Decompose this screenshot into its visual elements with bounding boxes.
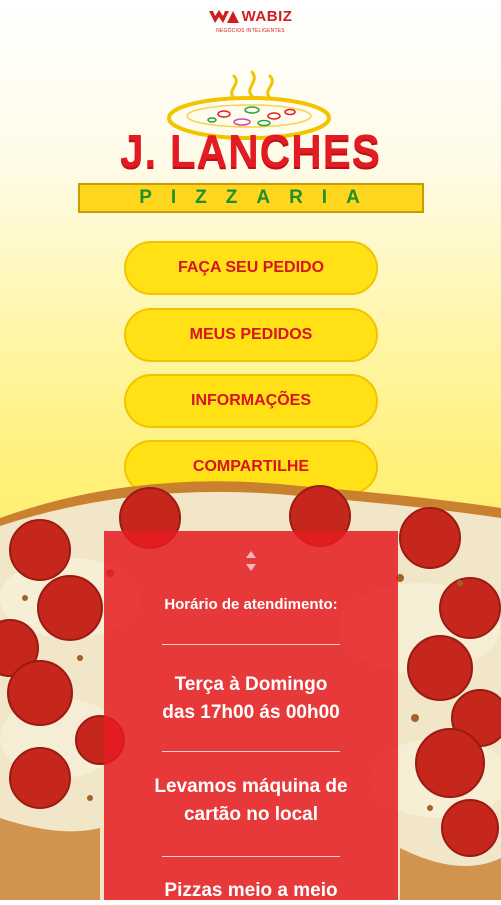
order-button[interactable]: FAÇA SEU PEDIDO — [124, 241, 378, 295]
card-machine-line-2: cartão no local — [183, 804, 319, 825]
half-pizza-text: Pizzas meio a meio — [164, 880, 338, 901]
card-machine-text: Levamos máquina de cartão no local — [104, 773, 398, 829]
wabiz-name: WABIZ — [241, 8, 293, 25]
my-orders-button[interactable]: MEUS PEDIDOS — [124, 308, 378, 362]
hours-time: das 17h00 ás 00h00 — [162, 702, 340, 723]
hours-days: Terça à Domingo — [174, 674, 328, 695]
hours-text: Terça à Domingo das 17h00 ás 00h00 — [104, 671, 398, 727]
wabiz-tagline: NEGÓCIOS INTELIGENTES — [216, 27, 285, 34]
restaurant-subtitle-bar: PIZZARIA — [78, 183, 424, 213]
info-panel[interactable]: Horário de atendimento: Terça à Domingo … — [104, 531, 398, 901]
restaurant-subtitle: PIZZARIA — [139, 187, 379, 208]
divider — [162, 644, 340, 645]
card-machine-line-1: Levamos máquina de — [154, 776, 348, 797]
information-button[interactable]: INFORMAÇÕES — [124, 374, 378, 428]
divider — [162, 856, 340, 857]
wabiz-logo-icon — [208, 9, 239, 23]
divider — [162, 751, 340, 752]
restaurant-name: J. LANCHES — [120, 125, 381, 177]
scroll-toggle-icon[interactable] — [244, 549, 258, 573]
wabiz-brand: WABIZ NEGÓCIOS INTELIGENTES — [0, 8, 501, 34]
hours-label: Horário de atendimento: — [164, 596, 338, 613]
